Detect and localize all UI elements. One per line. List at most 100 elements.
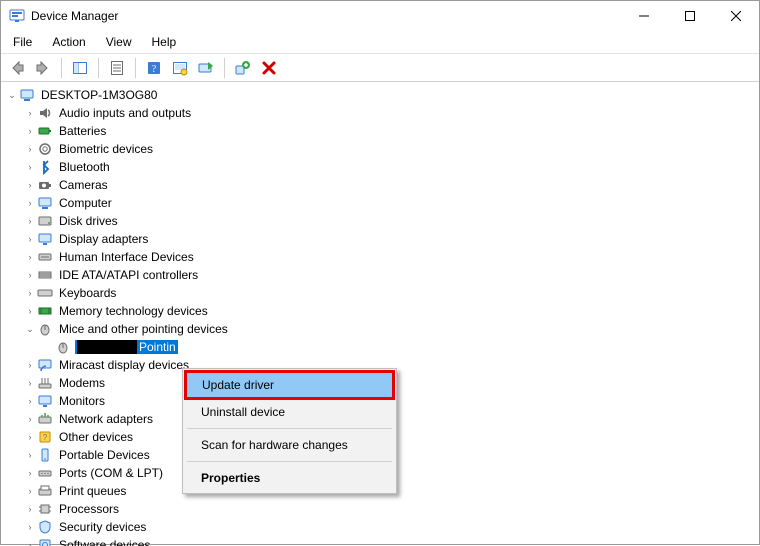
app-icon bbox=[9, 8, 25, 24]
toolbar-separator bbox=[135, 58, 136, 78]
computer-icon bbox=[19, 87, 35, 103]
forward-button[interactable] bbox=[33, 58, 53, 78]
ctx-uninstall-device[interactable]: Uninstall device bbox=[185, 399, 394, 425]
tree-category-label: Miracast display devices bbox=[57, 358, 191, 372]
tree-category-label: Keyboards bbox=[57, 286, 118, 300]
scan-hardware-button[interactable] bbox=[170, 58, 190, 78]
toolbar-separator bbox=[61, 58, 62, 78]
properties-button[interactable] bbox=[107, 58, 127, 78]
help-button[interactable]: ? bbox=[144, 58, 164, 78]
category-icon bbox=[37, 321, 53, 337]
category-icon bbox=[37, 231, 53, 247]
category-icon bbox=[37, 501, 53, 517]
tree-category[interactable]: ⌄Mice and other pointing devices bbox=[3, 320, 757, 338]
update-driver-button[interactable] bbox=[196, 58, 216, 78]
expander-closed-icon[interactable]: › bbox=[23, 430, 37, 444]
tree-category-label: Bluetooth bbox=[57, 160, 112, 174]
expander-closed-icon[interactable]: › bbox=[23, 466, 37, 480]
category-icon bbox=[37, 303, 53, 319]
minimize-button[interactable] bbox=[621, 1, 667, 31]
tree-category-label: Monitors bbox=[57, 394, 107, 408]
tree-category[interactable]: ›Audio inputs and outputs bbox=[3, 104, 757, 122]
menu-view[interactable]: View bbox=[98, 33, 140, 51]
ctx-update-driver[interactable]: Update driver bbox=[186, 372, 393, 398]
category-icon bbox=[37, 393, 53, 409]
tree-category[interactable]: ›Security devices bbox=[3, 518, 757, 536]
window-title: Device Manager bbox=[31, 9, 621, 23]
expander-closed-icon[interactable]: › bbox=[23, 142, 37, 156]
tree-category-label: Network adapters bbox=[57, 412, 155, 426]
tree-category[interactable]: › Bluetooth bbox=[3, 158, 757, 176]
tree-root[interactable]: ⌄ DESKTOP-1M3OG80 bbox=[3, 86, 757, 104]
tree-category[interactable]: › Display adapters bbox=[3, 230, 757, 248]
ctx-properties[interactable]: Properties bbox=[185, 465, 394, 491]
expander-closed-icon[interactable]: › bbox=[23, 106, 37, 120]
tree-category-label: Cameras bbox=[57, 178, 110, 192]
expander-closed-icon[interactable]: › bbox=[23, 448, 37, 462]
expander-closed-icon[interactable]: › bbox=[23, 484, 37, 498]
expander-closed-icon[interactable]: › bbox=[23, 160, 37, 174]
expander-closed-icon[interactable]: › bbox=[23, 520, 37, 534]
tree-root-label: DESKTOP-1M3OG80 bbox=[39, 88, 159, 102]
context-menu: Update driver Uninstall device Scan for … bbox=[182, 368, 397, 494]
disable-device-button[interactable] bbox=[259, 58, 279, 78]
tree-category[interactable]: › Batteries bbox=[3, 122, 757, 140]
menu-action[interactable]: Action bbox=[44, 33, 93, 51]
redacted-text bbox=[77, 340, 137, 354]
category-icon bbox=[37, 105, 53, 121]
svg-text:?: ? bbox=[152, 64, 157, 75]
close-button[interactable] bbox=[713, 1, 759, 31]
expander-closed-icon[interactable]: › bbox=[23, 178, 37, 192]
mouse-icon bbox=[55, 339, 71, 355]
tree-category-label: Other devices bbox=[57, 430, 135, 444]
menu-help[interactable]: Help bbox=[144, 33, 185, 51]
tree-category[interactable]: › Cameras bbox=[3, 176, 757, 194]
category-icon bbox=[37, 357, 53, 373]
tree-device-selected[interactable]: Pointin bbox=[3, 338, 757, 356]
category-icon: ? bbox=[37, 429, 53, 445]
expander-closed-icon[interactable]: › bbox=[23, 196, 37, 210]
tree-category-label: Display adapters bbox=[57, 232, 150, 246]
back-button[interactable] bbox=[7, 58, 27, 78]
tree-category-label: Disk drives bbox=[57, 214, 120, 228]
tree-category-label: Biometric devices bbox=[57, 142, 155, 156]
expander-open-icon[interactable]: ⌄ bbox=[5, 88, 19, 102]
expander-closed-icon[interactable]: › bbox=[23, 394, 37, 408]
ctx-separator bbox=[187, 461, 392, 462]
tree-category[interactable]: ›Processors bbox=[3, 500, 757, 518]
menu-file[interactable]: File bbox=[5, 33, 40, 51]
tree-category[interactable]: › Biometric devices bbox=[3, 140, 757, 158]
expander-closed-icon[interactable]: › bbox=[23, 358, 37, 372]
expander-closed-icon[interactable]: › bbox=[23, 412, 37, 426]
ctx-scan-hardware[interactable]: Scan for hardware changes bbox=[185, 432, 394, 458]
tree-category[interactable]: › Disk drives bbox=[3, 212, 757, 230]
tree-category-label: Batteries bbox=[57, 124, 108, 138]
tree-category[interactable]: ›IDE ATA/ATAPI controllers bbox=[3, 266, 757, 284]
expander-closed-icon[interactable]: › bbox=[23, 232, 37, 246]
show-hide-console-tree-button[interactable] bbox=[70, 58, 90, 78]
tree-category-label: Memory technology devices bbox=[57, 304, 210, 318]
uninstall-device-button[interactable] bbox=[233, 58, 253, 78]
maximize-button[interactable] bbox=[667, 1, 713, 31]
titlebar: Device Manager bbox=[1, 1, 759, 31]
category-icon bbox=[37, 483, 53, 499]
tree-category[interactable]: ›Computer bbox=[3, 194, 757, 212]
expander-closed-icon[interactable]: › bbox=[23, 304, 37, 318]
expander-closed-icon[interactable]: › bbox=[23, 502, 37, 516]
svg-text:?: ? bbox=[43, 433, 48, 442]
expander-closed-icon[interactable]: › bbox=[23, 214, 37, 228]
category-icon bbox=[37, 519, 53, 535]
category-icon bbox=[37, 447, 53, 463]
expander-open-icon[interactable]: ⌄ bbox=[23, 322, 37, 336]
expander-closed-icon[interactable]: › bbox=[23, 124, 37, 138]
category-icon bbox=[37, 195, 53, 211]
tree-category[interactable]: ›Human Interface Devices bbox=[3, 248, 757, 266]
expander-closed-icon[interactable]: › bbox=[23, 286, 37, 300]
expander-closed-icon[interactable]: › bbox=[23, 268, 37, 282]
category-icon bbox=[37, 177, 53, 193]
expander-closed-icon[interactable]: › bbox=[23, 250, 37, 264]
tree-category[interactable]: › Keyboards bbox=[3, 284, 757, 302]
tree-category[interactable]: › Memory technology devices bbox=[3, 302, 757, 320]
category-icon bbox=[37, 159, 53, 175]
expander-closed-icon[interactable]: › bbox=[23, 376, 37, 390]
